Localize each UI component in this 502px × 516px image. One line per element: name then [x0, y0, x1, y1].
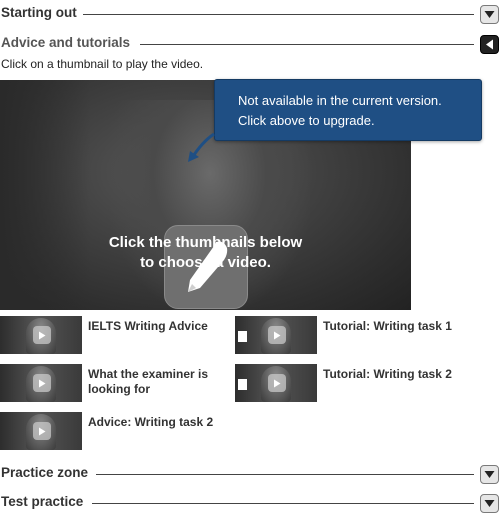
thumbnail-title-line: Tutorial: Writing task 1: [323, 319, 452, 333]
video-thumbnail[interactable]: [235, 316, 317, 354]
video-thumbnail-item[interactable]: IELTS Writing Advice: [0, 316, 230, 356]
section-advice-tutorials[interactable]: Advice and tutorials: [0, 33, 502, 55]
thumbnail-title: Advice: Writing task 2: [88, 415, 213, 430]
video-thumbnail-item[interactable]: Tutorial: Writing task 1: [235, 316, 495, 356]
video-thumbnail[interactable]: [0, 364, 82, 402]
section-divider: [80, 14, 474, 15]
play-icon: [268, 374, 286, 392]
video-shade: [0, 80, 90, 310]
section-divider: [92, 503, 474, 504]
document-icon: [238, 379, 247, 390]
thumbnail-title-line: What the examiner is: [88, 367, 209, 381]
document-icon: [238, 331, 247, 342]
upgrade-tooltip: Not available in the current version. Cl…: [214, 79, 482, 141]
tooltip-line: Not available in the current version.: [238, 93, 442, 108]
video-thumbnail[interactable]: [0, 412, 82, 450]
thumbnail-title-line: IELTS Writing Advice: [88, 319, 208, 333]
thumbnail-title: Tutorial: Writing task 2: [323, 367, 452, 382]
thumbnail-title: What the examiner is looking for: [88, 367, 208, 397]
video-thumbnail-item[interactable]: What the examiner is looking for: [0, 364, 230, 404]
section-practice-zone[interactable]: Practice zone: [0, 463, 502, 485]
chevron-down-icon: [484, 11, 495, 18]
play-icon: [33, 422, 51, 440]
thumbnail-title-line: looking for: [88, 382, 150, 396]
section-divider: [140, 44, 474, 45]
section-divider: [96, 474, 474, 475]
video-caption-line: Click the thumbnails below: [108, 234, 303, 251]
video-caption-line: to choose a video.: [140, 254, 271, 271]
tooltip-line: Click above to upgrade.: [238, 113, 375, 128]
video-thumbnail[interactable]: [235, 364, 317, 402]
expand-toggle-button[interactable]: [480, 494, 499, 513]
tooltip-pointer-arrow: [188, 132, 215, 162]
thumbnail-title: Tutorial: Writing task 1: [323, 319, 452, 334]
section-title: Test practice: [1, 494, 90, 509]
section-title: Practice zone: [1, 465, 95, 480]
video-thumbnail[interactable]: [0, 316, 82, 354]
video-caption: Click the thumbnails below to choose a v…: [0, 233, 411, 273]
expand-toggle-button[interactable]: [480, 5, 499, 24]
thumbnail-title: IELTS Writing Advice: [88, 319, 208, 334]
triangle-left-icon: [486, 39, 493, 50]
video-thumbnail-item[interactable]: Advice: Writing task 2: [0, 412, 230, 452]
chevron-down-icon: [484, 500, 495, 507]
play-icon: [268, 326, 286, 344]
section-test-practice[interactable]: Test practice: [0, 492, 502, 514]
thumbnail-title-line: Advice: Writing task 2: [88, 415, 214, 429]
section-title: Advice and tutorials: [1, 35, 137, 50]
collapse-toggle-button[interactable]: [480, 35, 499, 54]
play-icon: [33, 374, 51, 392]
instruction-text: Click on a thumbnail to play the video.: [1, 57, 204, 71]
expand-toggle-button[interactable]: [480, 465, 499, 484]
section-starting-out[interactable]: Starting out: [0, 3, 502, 25]
play-icon: [33, 326, 51, 344]
video-thumbnail-item[interactable]: Tutorial: Writing task 2: [235, 364, 495, 404]
section-title: Starting out: [1, 5, 83, 20]
thumbnail-title-line: Tutorial: Writing task 2: [323, 367, 452, 381]
chevron-down-icon: [484, 471, 495, 478]
